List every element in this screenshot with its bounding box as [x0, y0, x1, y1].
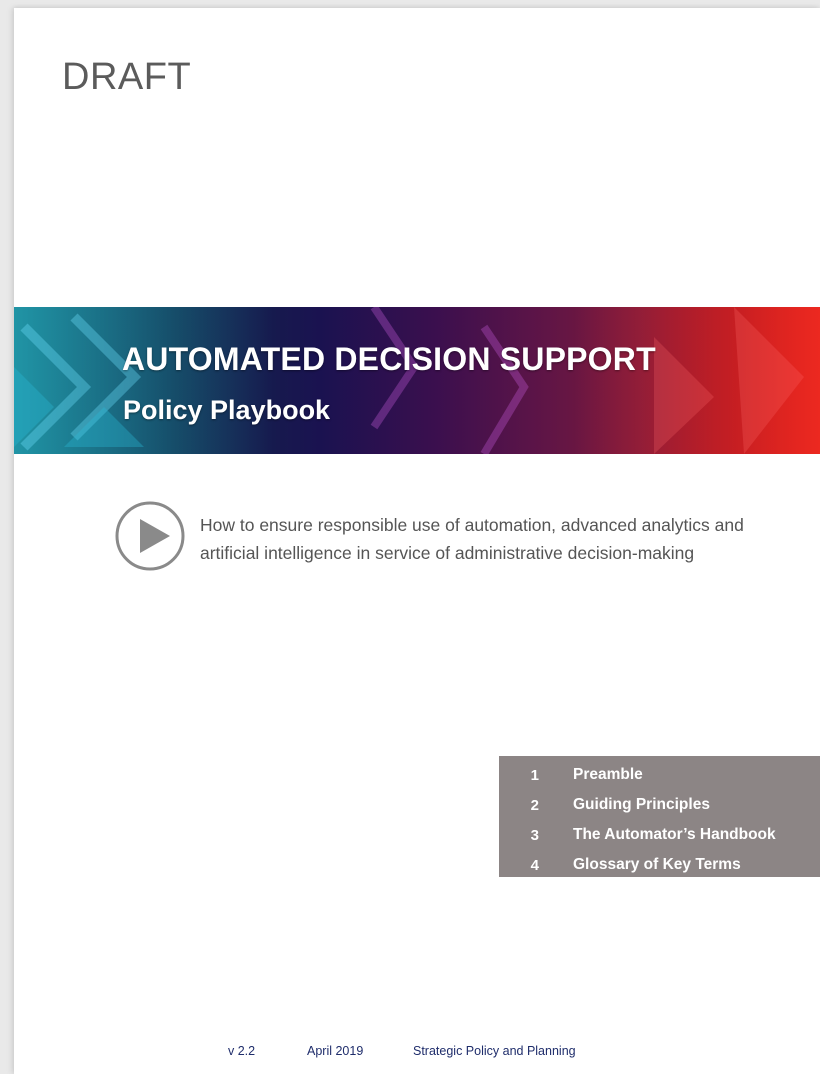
footer-department: Strategic Policy and Planning — [413, 1044, 576, 1058]
footer-version: v 2.2 — [228, 1044, 256, 1058]
toc-number: 3 — [530, 826, 539, 844]
tagline-line-1: How to ensure responsible use of automat… — [200, 515, 744, 535]
tagline-line-2: artificial intelligence in service of ad… — [200, 543, 695, 563]
toc-item-glossary[interactable]: 4 Glossary of Key Terms — [499, 850, 820, 880]
tagline: How to ensure responsible use of automat… — [200, 511, 800, 567]
toc-number: 4 — [530, 856, 539, 874]
play-icon — [115, 501, 185, 571]
title-banner: AUTOMATED DECISION SUPPORT Policy Playbo… — [14, 307, 820, 454]
toc-number: 2 — [530, 796, 539, 814]
toc-label: Glossary of Key Terms — [573, 856, 741, 873]
banner-pattern — [14, 307, 820, 454]
footer-date: April 2019 — [307, 1044, 364, 1058]
table-of-contents: 1 Preamble 2 Guiding Principles 3 The Au… — [499, 756, 820, 877]
document-subtitle: Policy Playbook — [123, 395, 331, 425]
toc-item-automators-handbook[interactable]: 3 The Automator’s Handbook — [499, 820, 820, 850]
toc-item-guiding-principles[interactable]: 2 Guiding Principles — [499, 790, 820, 820]
footer: v 2.2 April 2019 Strategic Policy and Pl… — [14, 1044, 820, 1064]
toc-item-preamble[interactable]: 1 Preamble — [499, 760, 820, 790]
toc-label: Guiding Principles — [573, 796, 710, 813]
draft-watermark: DRAFT — [62, 56, 192, 98]
toc-label: The Automator’s Handbook — [573, 826, 776, 843]
toc-label: Preamble — [573, 766, 643, 783]
toc-number: 1 — [530, 766, 539, 784]
document-title: AUTOMATED DECISION SUPPORT — [122, 341, 656, 377]
document-page: DRAFT AUTOMATED DECISION SUPPORT Policy … — [14, 8, 820, 1074]
